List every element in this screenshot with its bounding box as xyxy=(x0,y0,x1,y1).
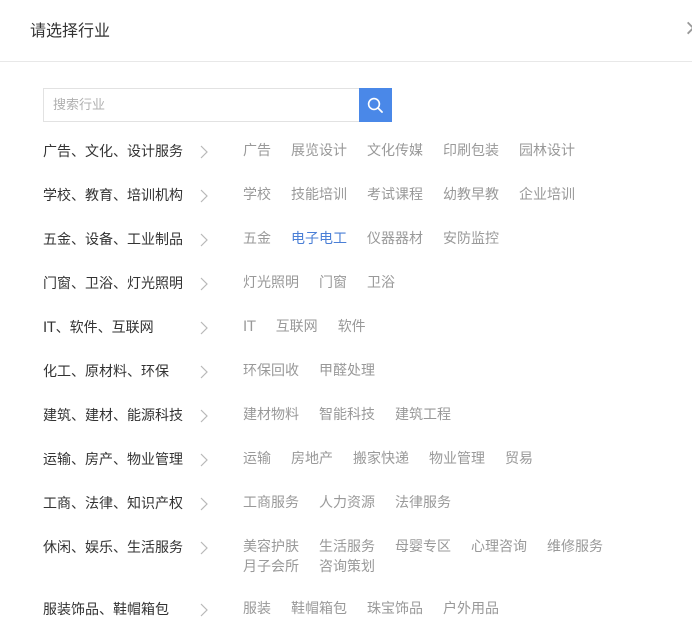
subcategory-item[interactable]: 五金 xyxy=(243,230,271,248)
subcategory-list: 广告 展览设计 文化传媒 印刷包装 园林设计 xyxy=(243,142,643,160)
category-label[interactable]: 休闲、娱乐、生活服务 xyxy=(43,538,183,558)
subcategory-item[interactable]: 人力资源 xyxy=(319,494,375,512)
subcategory-item[interactable]: 工商服务 xyxy=(243,494,299,512)
subcategory-item[interactable]: 门窗 xyxy=(319,274,347,292)
subcategory-item[interactable]: 广告 xyxy=(243,142,271,160)
subcategory-item[interactable]: 母婴专区 xyxy=(395,538,451,556)
category-label[interactable]: 运输、房产、物业管理 xyxy=(43,450,183,470)
subcategory-list: 灯光照明 门窗 卫浴 xyxy=(243,274,643,292)
subcategory-item[interactable]: 维修服务 xyxy=(547,538,603,556)
category-label[interactable]: 学校、教育、培训机构 xyxy=(43,186,183,206)
chevron-right-icon xyxy=(200,365,208,379)
subcategory-item[interactable]: 搬家快递 xyxy=(353,450,409,468)
subcategory-item[interactable]: 幼教早教 xyxy=(443,186,499,204)
subcategory-item[interactable]: 物业管理 xyxy=(429,450,485,468)
category-label[interactable]: 建筑、建材、能源科技 xyxy=(43,406,183,426)
close-icon[interactable]: × xyxy=(684,18,692,40)
subcategory-item[interactable]: 文化传媒 xyxy=(367,142,423,160)
subcategory-item[interactable]: 环保回收 xyxy=(243,362,299,380)
subcategory-item[interactable]: IT xyxy=(243,318,256,336)
subcategory-item[interactable]: 技能培训 xyxy=(291,186,347,204)
subcategory-item[interactable]: 户外用品 xyxy=(443,600,499,618)
subcategory-item[interactable]: 珠宝饰品 xyxy=(367,600,423,618)
subcategory-item[interactable]: 运输 xyxy=(243,450,271,468)
subcategory-item[interactable]: 学校 xyxy=(243,186,271,204)
category-label[interactable]: 五金、设备、工业制品 xyxy=(43,230,183,250)
subcategory-item[interactable]: 法律服务 xyxy=(395,494,451,512)
dialog-header: 请选择行业 × xyxy=(0,0,692,62)
subcategory-list: 运输 房地产 搬家快递 物业管理 贸易 xyxy=(243,450,643,468)
subcategory-list: 美容护肤 生活服务 母婴专区 心理咨询 维修服务月子会所 咨询策划 xyxy=(243,538,643,576)
subcategory-item[interactable]: 心理咨询 xyxy=(471,538,527,556)
category-label[interactable]: 服装饰品、鞋帽箱包 xyxy=(43,600,169,620)
subcategory-item[interactable]: 美容护肤 xyxy=(243,538,299,556)
subcategory-item[interactable]: 园林设计 xyxy=(519,142,575,160)
subcategory-item[interactable]: 仪器器材 xyxy=(367,230,423,248)
chevron-right-icon xyxy=(200,497,208,511)
subcategory-item[interactable]: 房地产 xyxy=(291,450,333,468)
subcategory-item[interactable]: 贸易 xyxy=(505,450,533,468)
chevron-right-icon xyxy=(200,277,208,291)
subcategory-item[interactable]: 智能科技 xyxy=(319,406,375,424)
category-label[interactable]: 化工、原材料、环保 xyxy=(43,362,169,382)
subcategory-list: 建材物料 智能科技 建筑工程 xyxy=(243,406,643,424)
chevron-right-icon xyxy=(200,541,208,555)
dialog-title: 请选择行业 xyxy=(30,21,111,40)
subcategory-item[interactable]: 生活服务 xyxy=(319,538,375,556)
subcategory-item[interactable]: 展览设计 xyxy=(291,142,347,160)
subcategory-item[interactable]: 鞋帽箱包 xyxy=(291,600,347,618)
subcategory-item[interactable]: 建材物料 xyxy=(243,406,299,424)
subcategory-item[interactable]: 考试课程 xyxy=(367,186,423,204)
subcategory-list: 环保回收 甲醛处理 xyxy=(243,362,643,380)
chevron-right-icon xyxy=(200,233,208,247)
chevron-right-icon xyxy=(200,145,208,159)
search-bar xyxy=(43,88,392,122)
chevron-right-icon xyxy=(200,409,208,423)
subcategory-item[interactable]: 服装 xyxy=(243,600,271,618)
subcategory-list: 工商服务 人力资源 法律服务 xyxy=(243,494,643,512)
category-label[interactable]: 门窗、卫浴、灯光照明 xyxy=(43,274,183,294)
subcategory-item[interactable]: 安防监控 xyxy=(443,230,499,248)
subcategory-item[interactable]: 甲醛处理 xyxy=(319,362,375,380)
subcategory-item[interactable]: 灯光照明 xyxy=(243,274,299,292)
subcategory-item[interactable]: 建筑工程 xyxy=(395,406,451,424)
subcategory-item[interactable]: 企业培训 xyxy=(519,186,575,204)
search-button[interactable] xyxy=(359,88,392,122)
search-icon xyxy=(367,97,383,113)
subcategory-item-selected[interactable]: 电子电工 xyxy=(291,230,347,248)
subcategory-item[interactable]: 软件 xyxy=(338,318,366,336)
subcategory-item[interactable]: 卫浴 xyxy=(367,274,395,292)
category-label[interactable]: 工商、法律、知识产权 xyxy=(43,494,183,514)
subcategory-list: 服装 鞋帽箱包 珠宝饰品 户外用品 xyxy=(243,600,643,618)
category-label[interactable]: 广告、文化、设计服务 xyxy=(43,142,183,162)
subcategory-list: 学校 技能培训 考试课程 幼教早教 企业培训 xyxy=(243,186,643,204)
search-input[interactable] xyxy=(43,88,359,122)
subcategory-item[interactable]: 互联网 xyxy=(276,318,318,336)
subcategory-item[interactable]: 月子会所 xyxy=(243,558,299,576)
subcategory-item[interactable]: 印刷包装 xyxy=(443,142,499,160)
subcategory-list: IT 互联网 软件 xyxy=(243,318,643,336)
chevron-right-icon xyxy=(200,453,208,467)
category-label[interactable]: IT、软件、互联网 xyxy=(43,318,154,338)
chevron-right-icon xyxy=(200,603,208,617)
subcategory-list: 五金 电子电工 仪器器材 安防监控 xyxy=(243,230,643,248)
chevron-right-icon xyxy=(200,321,208,335)
subcategory-item[interactable]: 咨询策划 xyxy=(319,558,375,576)
chevron-right-icon xyxy=(200,189,208,203)
